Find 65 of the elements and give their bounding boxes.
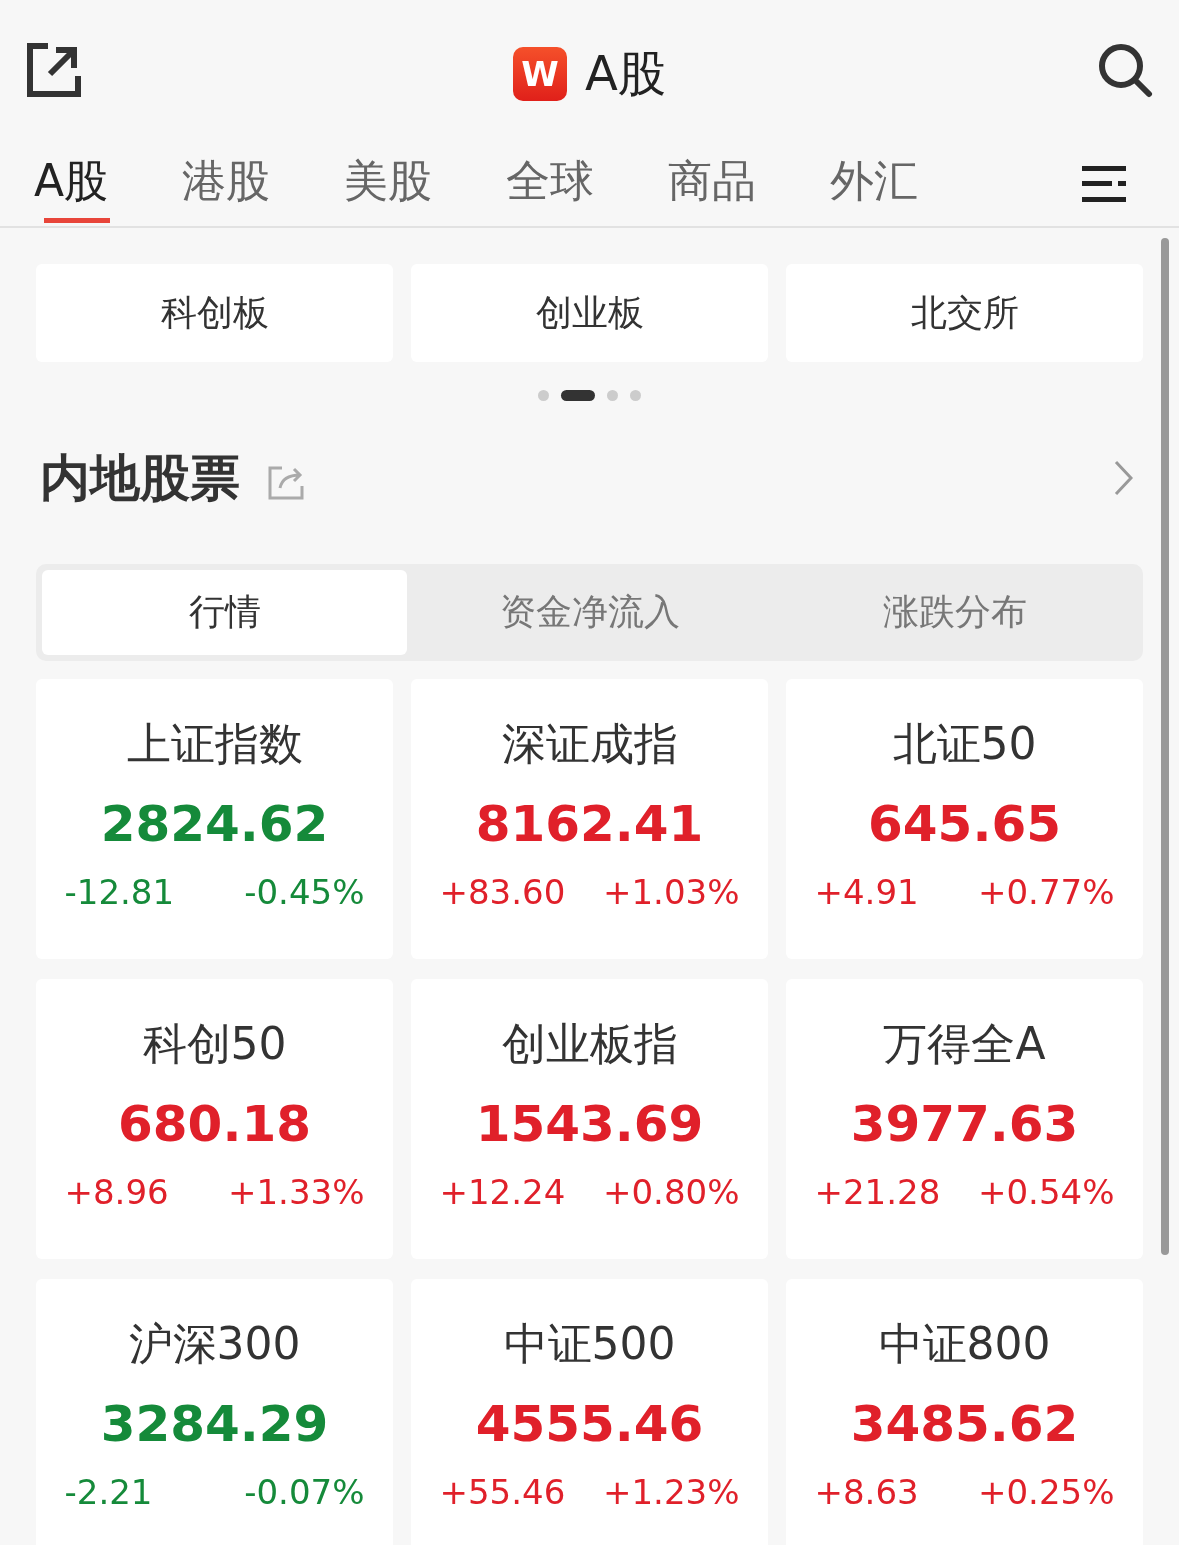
index-value: 645.65 [868,794,1061,855]
segment-tab[interactable]: 行情 [42,570,407,655]
index-card[interactable]: 万得全A 3977.63 +21.28 +0.54% [786,979,1143,1259]
index-value: 4555.46 [475,1394,704,1455]
index-change: +8.63 [814,1471,919,1514]
index-percent: -0.07% [244,1471,365,1514]
index-percent: +1.33% [228,1171,365,1214]
index-name: 创业板指 [501,1017,678,1071]
segment-tab[interactable]: 资金净流入 [407,570,772,655]
market-tab[interactable]: A股 [34,152,109,223]
index-change: +55.46 [439,1471,566,1514]
scrollbar[interactable] [1161,238,1169,1255]
market-tab[interactable]: 外汇 [830,152,919,223]
board-button[interactable]: 创业板 [411,264,768,362]
index-value: 3284.29 [100,1394,329,1455]
index-value: 680.18 [118,1094,311,1155]
index-card[interactable]: 上证指数 2824.62 -12.81 -0.45% [36,679,393,959]
share-icon[interactable] [26,42,82,98]
index-name: 深证成指 [501,717,678,771]
section-title: 内地股票 [40,447,240,509]
index-value: 8162.41 [475,794,704,855]
index-percent: +0.80% [603,1171,740,1214]
board-button[interactable]: 科创板 [36,264,393,362]
index-change: +4.91 [814,871,919,914]
market-tab[interactable]: 港股 [182,152,271,223]
page-title: A股 [585,44,666,103]
index-change: +8.96 [64,1171,169,1214]
market-tab[interactable]: 商品 [668,152,757,223]
index-card[interactable]: 创业板指 1543.69 +12.24 +0.80% [411,979,768,1259]
segment-tab[interactable]: 涨跌分布 [772,570,1137,655]
index-name: 上证指数 [126,717,303,771]
index-card[interactable]: 北证50 645.65 +4.91 +0.77% [786,679,1143,959]
index-name: 中证800 [878,1317,1051,1371]
index-name: 中证500 [503,1317,676,1371]
index-name: 科创50 [142,1017,287,1071]
index-value: 1543.69 [475,1094,704,1155]
index-card[interactable]: 中证800 3485.62 +8.63 +0.25% [786,1279,1143,1545]
index-percent: +0.54% [978,1171,1115,1214]
chevron-right-icon[interactable] [1113,460,1133,496]
app-logo: W [513,47,568,101]
index-percent: +1.03% [603,871,740,914]
index-card[interactable]: 中证500 4555.46 +55.46 +1.23% [411,1279,768,1545]
index-percent: +1.23% [603,1471,740,1514]
search-icon[interactable] [1097,42,1153,98]
board-button[interactable]: 北交所 [786,264,1143,362]
index-change: +12.24 [439,1171,566,1214]
index-change: +83.60 [439,871,566,914]
index-name: 沪深300 [128,1317,301,1371]
index-value: 3485.62 [850,1394,1079,1455]
index-change: -2.21 [64,1471,153,1514]
index-percent: -0.45% [244,871,365,914]
index-name: 北证50 [892,717,1037,771]
index-card[interactable]: 沪深300 3284.29 -2.21 -0.07% [36,1279,393,1545]
menu-icon[interactable] [1082,166,1126,202]
index-percent: +0.77% [978,871,1115,914]
index-card[interactable]: 科创50 680.18 +8.96 +1.33% [36,979,393,1259]
market-tab[interactable]: 美股 [344,152,433,223]
index-name: 万得全A [883,1017,1046,1071]
index-percent: +0.25% [978,1471,1115,1514]
index-value: 3977.63 [850,1094,1079,1155]
index-change: -12.81 [64,871,175,914]
index-card[interactable]: 深证成指 8162.41 +83.60 +1.03% [411,679,768,959]
index-value: 2824.62 [100,794,329,855]
index-change: +21.28 [814,1171,941,1214]
market-tab[interactable]: 全球 [506,152,595,223]
